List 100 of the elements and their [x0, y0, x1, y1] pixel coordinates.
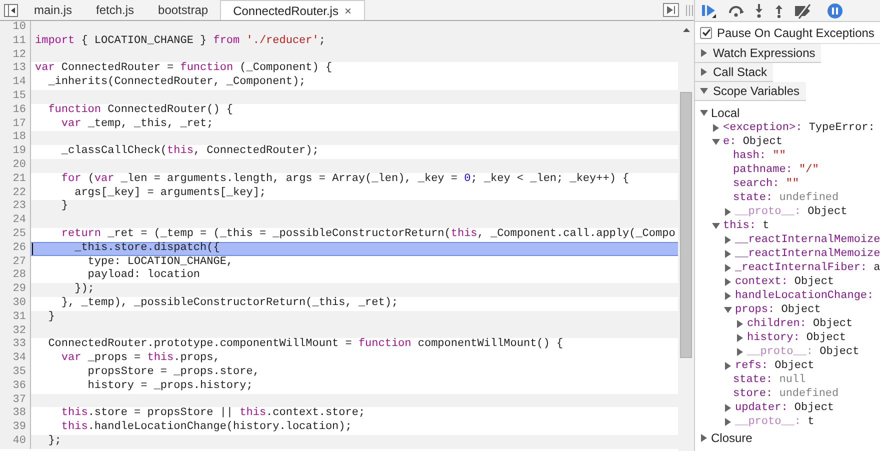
property-value: Object: [820, 345, 860, 359]
property-value: Object: [806, 331, 846, 345]
line-number: 21: [0, 172, 31, 187]
property-name[interactable]: handleLocationChange:: [735, 289, 874, 303]
property-value: undefined: [779, 387, 839, 401]
section-header[interactable]: Call Stack: [695, 63, 774, 82]
property-value: TypeError:: [808, 121, 875, 135]
property-name[interactable]: hash:: [733, 149, 766, 163]
property-name[interactable]: context:: [735, 275, 788, 289]
property-name[interactable]: _reactInternalFiber:: [735, 261, 868, 275]
line-number: 36: [0, 380, 31, 394]
collapsed-arrow-icon[interactable]: [724, 250, 732, 258]
scope-label[interactable]: Local: [711, 106, 740, 120]
debugger-toggle-icon[interactable]: [663, 3, 679, 17]
property-name[interactable]: pathname:: [733, 163, 792, 177]
scope-label[interactable]: Closure: [711, 430, 752, 444]
collapsed-arrow-icon[interactable]: [724, 418, 732, 426]
line-number: 38: [0, 407, 31, 422]
property-value: undefined: [779, 191, 839, 205]
line-number: 26: [0, 242, 31, 256]
line-number: 28: [0, 269, 31, 284]
line-number: 16: [0, 104, 31, 118]
line-number: 40: [0, 434, 31, 449]
property-value: t: [808, 415, 814, 429]
line-number: 27: [0, 256, 31, 270]
expanded-arrow-icon[interactable]: [712, 138, 720, 146]
line-number: 24: [0, 214, 31, 228]
property-name[interactable]: children:: [747, 317, 806, 331]
step-out-icon[interactable]: [774, 3, 784, 18]
collapsed-arrow-icon[interactable]: [736, 334, 744, 342]
pause-icon[interactable]: [827, 2, 843, 18]
property-value: "": [786, 177, 800, 191]
line-number: 33: [0, 338, 31, 352]
collapsed-arrow-icon[interactable]: [724, 404, 732, 412]
section-header[interactable]: Watch Expressions: [695, 44, 822, 63]
property-value: Object: [781, 303, 821, 317]
collapsed-arrow-icon[interactable]: [724, 236, 732, 244]
drag-handle-icon[interactable]: [685, 4, 694, 16]
property-value: Object: [794, 275, 834, 289]
collapsed-arrow-icon[interactable]: [724, 278, 732, 286]
property-name[interactable]: state:: [733, 191, 773, 205]
collapsed-arrow-icon[interactable]: [700, 434, 708, 442]
collapsed-arrow-icon[interactable]: [724, 292, 732, 300]
scrollbar-thumb[interactable]: [680, 92, 692, 358]
checkbox[interactable]: [700, 26, 712, 38]
line-number: 22: [0, 186, 31, 200]
property-name[interactable]: e:: [723, 135, 736, 149]
collapsed-arrow-icon[interactable]: [724, 264, 732, 272]
collapsed-arrow-icon[interactable]: [736, 320, 744, 328]
line-number: 14: [0, 76, 31, 90]
step-over-icon[interactable]: [728, 3, 744, 18]
expanded-arrow-icon[interactable]: [724, 306, 732, 314]
property-name[interactable]: <exception>:: [723, 121, 802, 135]
line-number: 12: [0, 48, 31, 62]
line-number: 19: [0, 145, 31, 159]
line-number: 39: [0, 421, 31, 435]
property-name[interactable]: this:: [723, 219, 756, 233]
file-tab[interactable]: ConnectedRouter.js ×: [220, 0, 364, 20]
line-number: 23: [0, 200, 31, 214]
collapsed-arrow-icon[interactable]: [700, 49, 708, 57]
property-value: a: [874, 261, 880, 275]
file-tab[interactable]: bootstrap: [146, 0, 220, 20]
check-icon: [702, 28, 710, 37]
line-number: 15: [0, 90, 31, 104]
property-name[interactable]: state:: [733, 373, 773, 387]
expanded-arrow-icon[interactable]: [700, 108, 708, 116]
property-name[interactable]: refs:: [735, 359, 768, 373]
line-number: 35: [0, 366, 31, 380]
property-value: Object: [742, 135, 782, 149]
property-name[interactable]: updater:: [735, 401, 788, 415]
collapsed-arrow-icon[interactable]: [712, 124, 720, 132]
property-name[interactable]: __reactInternalMemoize: [735, 233, 880, 247]
expanded-arrow-icon[interactable]: [712, 222, 720, 230]
property-value: "/": [799, 163, 819, 177]
property-name[interactable]: store:: [733, 387, 773, 401]
file-tab[interactable]: fetch.js: [84, 0, 146, 20]
resume-icon[interactable]: [702, 2, 718, 18]
expanded-arrow-icon[interactable]: [700, 87, 708, 95]
property-name[interactable]: history:: [747, 331, 800, 345]
sidebar-toggle-icon[interactable]: [4, 4, 18, 16]
property-value: "": [772, 149, 786, 163]
checkbox-label[interactable]: Pause On Caught Exceptions: [717, 26, 874, 40]
deactivate-breakpoints-icon[interactable]: [794, 2, 811, 18]
property-name[interactable]: props:: [735, 303, 775, 317]
line-number: 10: [0, 21, 31, 35]
property-name[interactable]: __reactInternalMemoize: [735, 247, 880, 261]
section-header[interactable]: Scope Variables: [695, 82, 806, 101]
line-number: 31: [0, 310, 31, 325]
collapsed-arrow-icon[interactable]: [724, 208, 732, 216]
line-number: 37: [0, 394, 31, 408]
collapsed-arrow-icon[interactable]: [724, 362, 732, 370]
collapsed-arrow-icon[interactable]: [700, 68, 708, 76]
property-value: t: [762, 219, 770, 233]
line-number: 34: [0, 352, 31, 366]
collapsed-arrow-icon[interactable]: [736, 348, 744, 356]
scroll-up-icon[interactable]: [682, 27, 690, 33]
step-into-icon[interactable]: [754, 3, 764, 18]
close-icon[interactable]: ×: [344, 4, 352, 18]
property-name[interactable]: search:: [733, 177, 780, 191]
file-tab[interactable]: main.js: [22, 0, 84, 20]
